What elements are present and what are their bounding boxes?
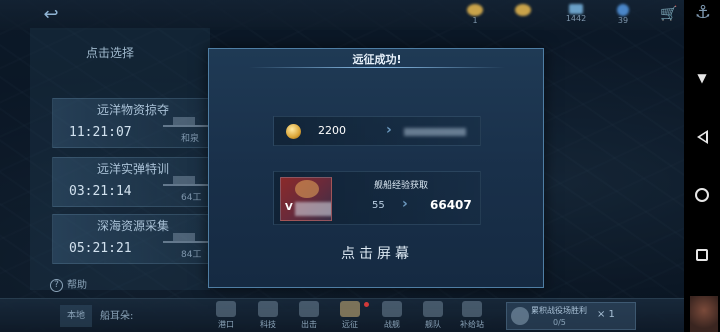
resource-supply: 1442 bbox=[556, 2, 596, 28]
resource-value: 1 bbox=[472, 16, 478, 25]
nav-fleet[interactable]: 舰队 bbox=[415, 301, 451, 332]
mission-card[interactable]: 深海资源采集 05:21:21 84工 bbox=[52, 214, 212, 264]
exp-to: 66407 bbox=[430, 198, 472, 212]
fleet-icon bbox=[423, 301, 443, 317]
expedition-result-dialog[interactable]: 远征成功! 2200 › V 舰船经验获取 55 › 66407 点击屏幕 bbox=[208, 48, 544, 288]
reward-result-blurred bbox=[404, 128, 466, 136]
help-button[interactable]: ? 帮助 bbox=[50, 276, 87, 292]
nav-label: 补给站 bbox=[460, 320, 484, 329]
ship-silhouette-icon bbox=[163, 231, 209, 243]
back-icon[interactable] bbox=[684, 122, 720, 150]
resource-gem: 39 bbox=[603, 2, 643, 28]
award-multiplier: × 1 bbox=[597, 309, 615, 320]
supply-station-icon bbox=[462, 301, 482, 317]
dialog-header: 远征成功! bbox=[209, 49, 545, 69]
resource-value: 1442 bbox=[565, 14, 587, 23]
nav-label: 科技 bbox=[260, 320, 276, 329]
nav-label: 港口 bbox=[218, 320, 234, 329]
nav-warship[interactable]: 战舰 bbox=[374, 301, 410, 332]
top-bar: ↩ 1 1442 39 🛒 bbox=[0, 0, 684, 30]
resource-gold-2 bbox=[503, 2, 543, 28]
system-nav-bar: ▼ bbox=[684, 0, 720, 332]
medal-icon bbox=[511, 307, 529, 325]
exp-from: 55 bbox=[372, 200, 385, 211]
notification-dot bbox=[364, 302, 369, 307]
menu-icon[interactable]: ▼ bbox=[684, 64, 720, 92]
nav-tech[interactable]: 科技 bbox=[250, 301, 286, 332]
help-label: 帮助 bbox=[67, 280, 87, 291]
reward-row: 2200 › bbox=[273, 116, 481, 146]
award-progress: 0/5 bbox=[553, 318, 566, 327]
ship-card: V bbox=[280, 177, 332, 221]
tech-icon bbox=[258, 301, 278, 317]
ship-name-blurred bbox=[295, 202, 331, 216]
ship-portrait bbox=[295, 180, 319, 198]
tap-screen-hint[interactable]: 点击屏幕 bbox=[209, 243, 545, 263]
battle-award-panel[interactable]: 累积战役场胜利 0/5 × 1 bbox=[506, 302, 636, 330]
supply-icon bbox=[569, 4, 583, 14]
recent-apps-icon[interactable] bbox=[684, 240, 720, 268]
mission-card[interactable]: 远洋物资掠夺 11:21:07 和泉 bbox=[52, 98, 212, 148]
ship-silhouette-icon bbox=[163, 174, 209, 186]
local-chat-tab[interactable]: 本地 bbox=[60, 305, 92, 327]
chevron-right-icon: › bbox=[402, 196, 408, 212]
expedition-icon bbox=[340, 301, 360, 317]
mission-timer: 03:21:14 bbox=[69, 184, 132, 199]
mission-timer: 05:21:21 bbox=[69, 241, 132, 256]
mission-ship-name: 64工 bbox=[181, 193, 202, 203]
nav-label: 战舰 bbox=[384, 320, 400, 329]
nav-port[interactable]: 港口 bbox=[208, 301, 244, 332]
gold-coin-icon bbox=[286, 124, 301, 139]
back-arrow-icon[interactable]: ↩ bbox=[38, 4, 64, 26]
exp-label: 舰船经验获取 bbox=[374, 181, 429, 191]
award-label: 累积战役场胜利 bbox=[531, 306, 587, 315]
avatar[interactable] bbox=[690, 296, 718, 332]
mission-timer: 11:21:07 bbox=[69, 125, 132, 140]
port-icon bbox=[216, 301, 236, 317]
nav-label: 出击 bbox=[301, 320, 317, 329]
ship-rank: V bbox=[285, 202, 293, 213]
gem-icon bbox=[617, 4, 629, 16]
resource-gold: 1 bbox=[455, 2, 495, 28]
select-title: 点击选择 bbox=[85, 46, 134, 60]
nav-label: 远征 bbox=[342, 320, 358, 329]
chevron-right-icon: › bbox=[386, 122, 392, 138]
nav-supply-station[interactable]: 补给站 bbox=[454, 301, 490, 332]
chat-preview[interactable]: 船耳朵: bbox=[100, 307, 133, 322]
shopping-cart-icon[interactable]: 🛒 bbox=[658, 6, 680, 24]
ship-silhouette-icon bbox=[163, 115, 209, 127]
resource-value: 39 bbox=[617, 16, 629, 25]
nav-expedition[interactable]: 远征 bbox=[332, 301, 368, 332]
mission-card[interactable]: 远洋实弹特训 03:21:14 64工 bbox=[52, 157, 212, 207]
mission-ship-name: 和泉 bbox=[181, 134, 200, 144]
nav-label: 舰队 bbox=[425, 320, 441, 329]
dialog-title: 远征成功! bbox=[352, 53, 402, 66]
question-icon: ? bbox=[50, 278, 63, 292]
gold-coin-icon bbox=[467, 4, 483, 16]
home-icon[interactable] bbox=[684, 180, 720, 208]
sortie-icon bbox=[299, 301, 319, 317]
ship-exp-row: V 舰船经验获取 55 › 66407 bbox=[273, 171, 481, 225]
reward-amount: 2200 bbox=[318, 124, 346, 137]
gold-coin-icon bbox=[515, 4, 531, 16]
anchor-icon: ⚓ bbox=[694, 2, 712, 23]
warship-icon bbox=[382, 301, 402, 317]
mission-ship-name: 84工 bbox=[181, 250, 202, 260]
nav-sortie[interactable]: 出击 bbox=[291, 301, 327, 332]
